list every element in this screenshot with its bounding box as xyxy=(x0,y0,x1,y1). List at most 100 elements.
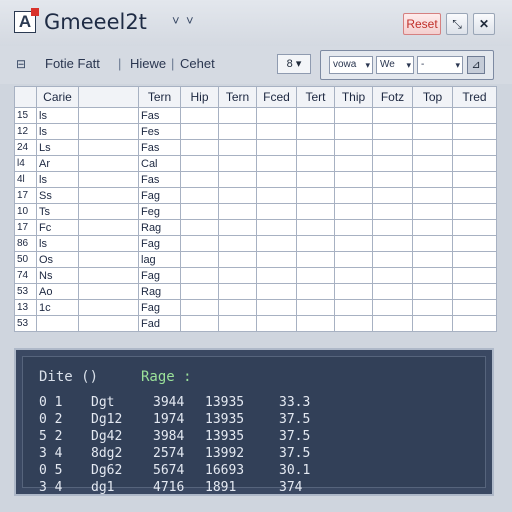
table-cell[interactable] xyxy=(180,299,219,316)
table-cell[interactable] xyxy=(372,203,413,220)
table-cell[interactable] xyxy=(412,171,453,188)
table-cell[interactable] xyxy=(372,283,413,300)
table-cell[interactable] xyxy=(372,315,413,332)
table-cell[interactable] xyxy=(78,283,139,300)
table-cell[interactable] xyxy=(78,267,139,284)
table-cell[interactable] xyxy=(372,219,413,236)
table-cell[interactable] xyxy=(296,315,335,332)
table-cell[interactable] xyxy=(412,203,453,220)
table-cell[interactable] xyxy=(218,187,257,204)
table-cell[interactable] xyxy=(452,251,497,268)
table-cell[interactable] xyxy=(180,107,219,124)
column-header[interactable] xyxy=(14,86,37,108)
close-icon[interactable]: ✕ xyxy=(473,13,495,35)
column-header[interactable]: Carie xyxy=(36,86,79,108)
table-cell[interactable]: Fag xyxy=(138,267,181,284)
table-cell[interactable]: lag xyxy=(138,251,181,268)
table-cell[interactable] xyxy=(334,267,373,284)
table-cell[interactable] xyxy=(256,203,297,220)
table-cell[interactable] xyxy=(296,283,335,300)
table-cell[interactable] xyxy=(296,251,335,268)
table-cell[interactable] xyxy=(218,219,257,236)
table-cell[interactable] xyxy=(218,283,257,300)
view-dropdown[interactable]: vowa ▾ xyxy=(329,56,373,74)
table-cell[interactable]: Feg xyxy=(138,203,181,220)
table-row[interactable]: 86 ls Fag xyxy=(14,235,497,252)
table-cell[interactable]: l4 xyxy=(14,155,37,172)
table-cell[interactable] xyxy=(372,267,413,284)
table-cell[interactable] xyxy=(256,315,297,332)
table-cell[interactable]: Fas xyxy=(138,171,181,188)
table-cell[interactable]: Rag xyxy=(138,219,181,236)
table-cell[interactable] xyxy=(334,187,373,204)
table-cell[interactable] xyxy=(452,267,497,284)
table-cell[interactable] xyxy=(78,171,139,188)
table-cell[interactable] xyxy=(412,219,453,236)
table-cell[interactable]: Fag xyxy=(138,299,181,316)
table-cell[interactable] xyxy=(256,267,297,284)
table-cell[interactable]: Ao xyxy=(36,283,79,300)
table-cell[interactable] xyxy=(412,251,453,268)
table-cell[interactable] xyxy=(296,187,335,204)
column-header[interactable]: Tern xyxy=(138,86,181,108)
table-cell[interactable] xyxy=(78,155,139,172)
table-cell[interactable] xyxy=(256,251,297,268)
table-cell[interactable] xyxy=(180,315,219,332)
reset-button[interactable]: Reset xyxy=(403,13,441,35)
table-cell[interactable] xyxy=(452,235,497,252)
table-cell[interactable] xyxy=(412,139,453,156)
table-cell[interactable]: 17 xyxy=(14,219,37,236)
table-cell[interactable] xyxy=(296,299,335,316)
table-cell[interactable]: 12 xyxy=(14,123,37,140)
table-cell[interactable]: 17 xyxy=(14,187,37,204)
table-cell[interactable]: 86 xyxy=(14,235,37,252)
table-cell[interactable] xyxy=(218,107,257,124)
table-cell[interactable]: 13 xyxy=(14,299,37,316)
table-cell[interactable] xyxy=(256,155,297,172)
table-cell[interactable]: 1c xyxy=(36,299,79,316)
table-cell[interactable]: Fag xyxy=(138,235,181,252)
table-cell[interactable] xyxy=(296,107,335,124)
table-cell[interactable]: Ss xyxy=(36,187,79,204)
column-header[interactable] xyxy=(78,86,139,108)
table-cell[interactable] xyxy=(180,235,219,252)
table-cell[interactable]: 15 xyxy=(14,107,37,124)
column-header[interactable]: Thip xyxy=(334,86,373,108)
table-cell[interactable]: 4l xyxy=(14,171,37,188)
table-cell[interactable] xyxy=(180,187,219,204)
table-cell[interactable]: Ar xyxy=(36,155,79,172)
table-cell[interactable] xyxy=(180,219,219,236)
table-cell[interactable] xyxy=(180,267,219,284)
table-cell[interactable]: Fes xyxy=(138,123,181,140)
table-cell[interactable] xyxy=(218,235,257,252)
table-cell[interactable]: Fas xyxy=(138,139,181,156)
table-cell[interactable]: 53 xyxy=(14,283,37,300)
table-cell[interactable] xyxy=(218,267,257,284)
table-cell[interactable] xyxy=(218,203,257,220)
table-cell[interactable] xyxy=(412,187,453,204)
table-row[interactable]: 4l ls Fas xyxy=(14,171,497,188)
table-cell[interactable] xyxy=(372,155,413,172)
menu-icon[interactable]: ⊟ xyxy=(16,57,26,71)
table-cell[interactable] xyxy=(372,187,413,204)
table-cell[interactable] xyxy=(334,123,373,140)
table-cell[interactable] xyxy=(78,251,139,268)
table-cell[interactable] xyxy=(372,123,413,140)
chart-icon[interactable]: ⊿ xyxy=(467,56,485,74)
table-cell[interactable] xyxy=(218,299,257,316)
table-cell[interactable] xyxy=(296,139,335,156)
table-row[interactable]: 74 Ns Fag xyxy=(14,267,497,284)
table-cell[interactable] xyxy=(452,203,497,220)
table-cell[interactable] xyxy=(372,251,413,268)
table-cell[interactable] xyxy=(78,123,139,140)
table-row[interactable]: 15 ls Fas xyxy=(14,107,497,124)
table-cell[interactable] xyxy=(180,283,219,300)
table-cell[interactable] xyxy=(36,315,79,332)
table-cell[interactable] xyxy=(218,171,257,188)
table-cell[interactable] xyxy=(412,123,453,140)
table-cell[interactable] xyxy=(296,155,335,172)
table-cell[interactable] xyxy=(334,203,373,220)
table-cell[interactable] xyxy=(452,155,497,172)
table-cell[interactable]: ls xyxy=(36,123,79,140)
table-cell[interactable] xyxy=(218,139,257,156)
